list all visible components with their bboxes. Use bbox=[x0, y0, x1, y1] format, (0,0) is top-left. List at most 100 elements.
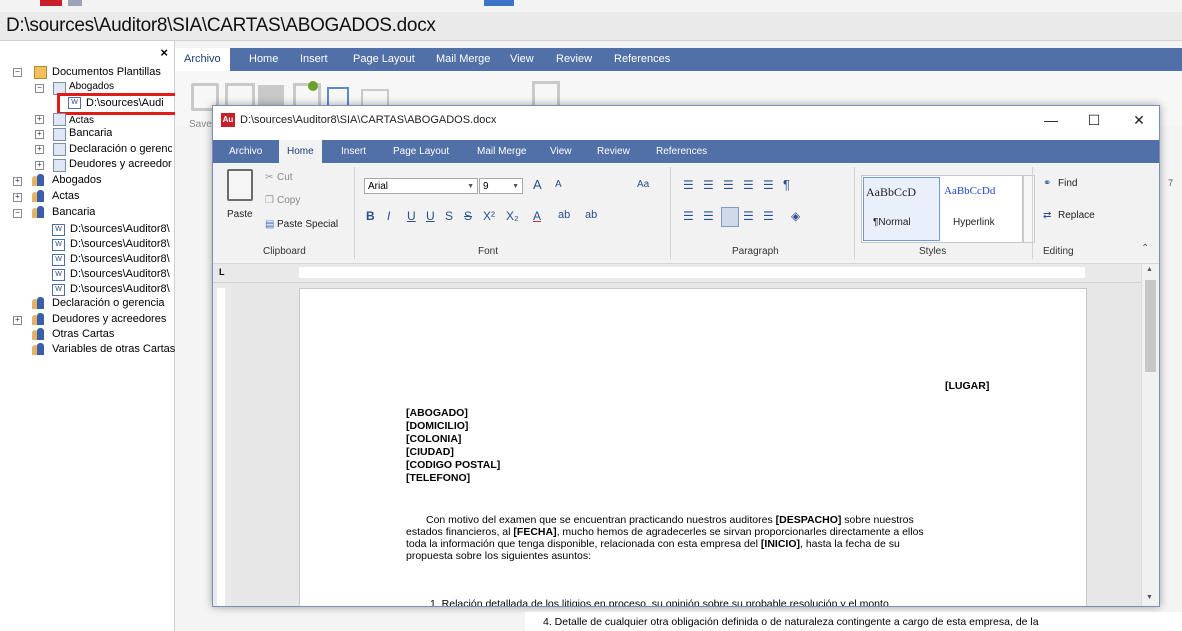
tree-item-bancaria-doc[interactable]: D:\sources\Auditor8\ bbox=[70, 238, 174, 251]
expand-icon[interactable]: + bbox=[13, 177, 22, 186]
tree-item-bancaria-doc[interactable]: D:\sources\Auditor8\ bbox=[70, 223, 174, 236]
grow-font-icon[interactable]: A bbox=[533, 177, 542, 192]
scroll-thumb[interactable] bbox=[1145, 280, 1156, 372]
styles-scroll[interactable] bbox=[1023, 175, 1035, 243]
tab-references[interactable]: References bbox=[614, 53, 670, 65]
superscript-icon[interactable]: X² bbox=[483, 209, 495, 223]
highlight-color-icon[interactable]: ab bbox=[558, 209, 570, 221]
tab-view[interactable]: View bbox=[510, 53, 534, 65]
replace-icon[interactable]: ⇄ bbox=[1043, 210, 1051, 221]
tab-view[interactable]: View bbox=[550, 146, 572, 157]
document-page[interactable]: [LUGAR] [ABOGADO] [DOMICILIO] [COLONIA] … bbox=[299, 288, 1087, 606]
tab-mail-merge[interactable]: Mail Merge bbox=[477, 146, 526, 157]
clear-formatting-icon[interactable]: ab bbox=[585, 209, 597, 221]
pilcrow-icon[interactable]: ¶ bbox=[783, 177, 790, 192]
tree-item-documentos-plantillas[interactable]: Documentos Plantillas bbox=[52, 66, 161, 79]
cut-button[interactable]: Cut bbox=[277, 172, 293, 183]
shrink-font-icon[interactable]: A bbox=[555, 179, 562, 190]
tree-item-bancaria-doc[interactable]: D:\sources\Auditor8\ bbox=[70, 268, 174, 281]
binoculars-icon[interactable]: ⚭ bbox=[1043, 178, 1051, 189]
tree-item-bancaria-group[interactable]: Bancaria bbox=[52, 206, 95, 219]
close-icon[interactable]: × bbox=[160, 45, 168, 60]
line-spacing-icon[interactable]: ☰ bbox=[763, 209, 774, 223]
tab-review[interactable]: Review bbox=[597, 146, 630, 157]
close-button[interactable]: ✕ bbox=[1129, 111, 1149, 129]
tree-item-actas[interactable]: Actas bbox=[69, 114, 94, 127]
align-center-icon[interactable]: ☰ bbox=[703, 209, 714, 223]
tab-insert[interactable]: Insert bbox=[300, 53, 328, 65]
scroll-up-icon[interactable]: ▲ bbox=[1146, 266, 1153, 273]
strikethrough-icon[interactable]: S bbox=[445, 209, 453, 223]
copy-icon[interactable]: ❐ bbox=[265, 195, 274, 206]
tab-review[interactable]: Review bbox=[556, 53, 592, 65]
double-strikethrough-icon[interactable]: S bbox=[464, 209, 472, 223]
increase-indent-icon[interactable]: ☰ bbox=[763, 178, 774, 192]
find-button[interactable]: Find bbox=[1058, 178, 1077, 189]
copy-button[interactable]: Copy bbox=[277, 195, 300, 206]
collapse-icon[interactable]: − bbox=[13, 68, 22, 77]
bullets-icon[interactable]: ☰ bbox=[683, 178, 694, 192]
tree-item-bancaria[interactable]: Bancaria bbox=[69, 127, 112, 140]
minimize-button[interactable]: — bbox=[1041, 111, 1061, 129]
style-hyperlink-label[interactable]: Hyperlink bbox=[953, 217, 995, 228]
shading-icon[interactable]: ◈ bbox=[791, 209, 800, 223]
print-icon[interactable] bbox=[258, 85, 284, 105]
document-window-title-bar[interactable]: Au D:\sources\Auditor8\SIA\CARTAS\ABOGAD… bbox=[213, 106, 1159, 136]
paste-icon[interactable] bbox=[227, 169, 253, 201]
tab-home[interactable]: Home bbox=[279, 140, 322, 163]
vertical-scrollbar[interactable]: ▲ ▼ bbox=[1141, 264, 1159, 606]
expand-icon[interactable]: + bbox=[35, 115, 44, 124]
tree-item-deudores-group[interactable]: Deudores y acreedores bbox=[52, 313, 166, 326]
tab-mail-merge[interactable]: Mail Merge bbox=[436, 53, 490, 65]
align-left-icon[interactable]: ☰ bbox=[683, 209, 694, 223]
expand-icon[interactable]: + bbox=[35, 145, 44, 154]
scissors-icon[interactable]: ✂ bbox=[265, 172, 273, 183]
tree-item-otras-cartas[interactable]: Otras Cartas bbox=[52, 328, 114, 341]
document-window[interactable]: Au D:\sources\Auditor8\SIA\CARTAS\ABOGAD… bbox=[212, 105, 1160, 607]
tree-item-deudores[interactable]: Deudores y acreedor bbox=[69, 158, 172, 171]
expand-icon[interactable]: + bbox=[13, 193, 22, 202]
collapse-icon[interactable]: − bbox=[13, 209, 22, 218]
tab-insert[interactable]: Insert bbox=[341, 146, 366, 157]
tab-archivo[interactable]: Archivo bbox=[229, 146, 262, 157]
font-size-combo[interactable]: 9 ▼ bbox=[479, 178, 523, 194]
expand-icon[interactable]: + bbox=[13, 316, 22, 325]
maximize-button[interactable]: ☐ bbox=[1084, 111, 1104, 129]
scroll-down-icon[interactable]: ▼ bbox=[1146, 594, 1153, 601]
multilevel-list-icon[interactable]: ☰ bbox=[723, 178, 734, 192]
horizontal-ruler[interactable]: L bbox=[213, 264, 1159, 283]
tree-item-bancaria-doc[interactable]: D:\sources\Auditor8\ bbox=[70, 253, 174, 266]
paste-special-icon[interactable]: ▤ bbox=[265, 219, 274, 230]
numbering-icon[interactable]: ☰ bbox=[703, 178, 714, 192]
tree-item-abogados[interactable]: Abogados bbox=[69, 80, 114, 93]
tree-item-declaracion[interactable]: Declaración o gerenc bbox=[69, 143, 172, 156]
expand-icon[interactable]: + bbox=[35, 130, 44, 139]
tab-references[interactable]: References bbox=[656, 146, 707, 157]
decrease-indent-icon[interactable]: ☰ bbox=[743, 178, 754, 192]
tree-item-bancaria-doc[interactable]: D:\sources\Auditor8\ bbox=[70, 283, 174, 296]
subscript-icon[interactable]: X₂ bbox=[506, 209, 519, 223]
justify-icon[interactable]: ☰ bbox=[743, 209, 754, 223]
underline-icon[interactable]: U bbox=[407, 209, 416, 223]
tab-page-layout[interactable]: Page Layout bbox=[353, 53, 415, 65]
font-name-combo[interactable]: Arial ▼ bbox=[364, 178, 478, 194]
collapse-icon[interactable]: − bbox=[35, 84, 44, 93]
double-underline-icon[interactable]: U bbox=[426, 209, 435, 223]
change-case-icon[interactable]: Aa bbox=[637, 179, 649, 190]
replace-button[interactable]: Replace bbox=[1058, 210, 1095, 221]
tree-item-abogados-group[interactable]: Abogados bbox=[52, 174, 102, 187]
collapse-ribbon-icon[interactable]: ⌃ bbox=[1141, 243, 1149, 254]
bold-icon[interactable]: B bbox=[366, 209, 375, 223]
font-color-icon[interactable]: A bbox=[533, 209, 541, 223]
tab-stop-selector[interactable]: L bbox=[219, 267, 225, 277]
align-right-icon[interactable] bbox=[721, 207, 739, 227]
italic-icon[interactable]: I bbox=[387, 209, 390, 223]
expand-icon[interactable]: + bbox=[35, 161, 44, 170]
paste-button[interactable]: Paste bbox=[227, 209, 253, 220]
tree-item-declaracion-group[interactable]: Declaración o gerencia bbox=[52, 297, 165, 310]
tab-archivo[interactable]: Archivo bbox=[175, 48, 230, 71]
tab-page-layout[interactable]: Page Layout bbox=[393, 146, 449, 157]
paste-special-button[interactable]: Paste Special bbox=[277, 219, 338, 230]
tab-home[interactable]: Home bbox=[249, 53, 278, 65]
tree-item-actas-group[interactable]: Actas bbox=[52, 190, 80, 203]
